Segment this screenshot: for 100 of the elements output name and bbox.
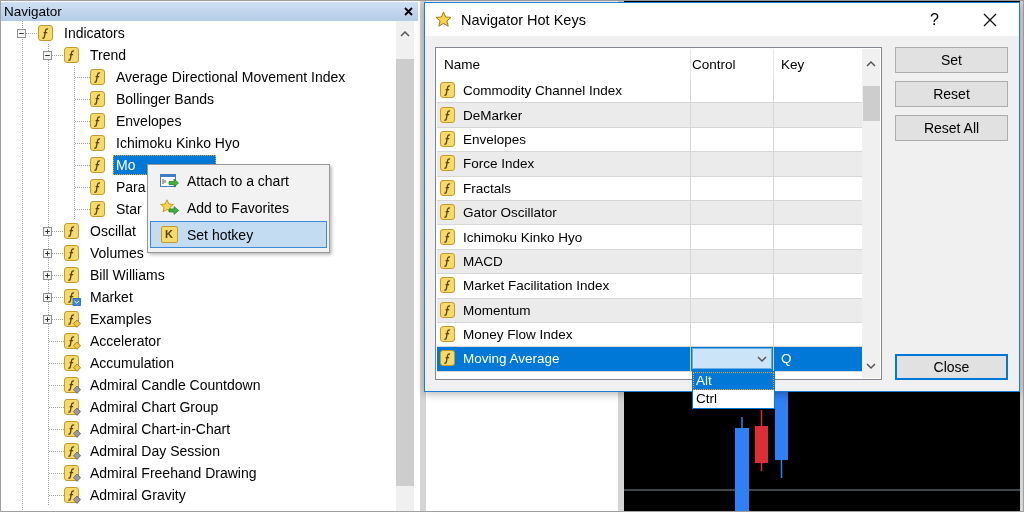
panel-title: Navigator bbox=[4, 4, 62, 19]
function-icon bbox=[64, 442, 81, 460]
function-icon bbox=[64, 310, 81, 328]
collapse-icon[interactable] bbox=[43, 50, 52, 60]
table-row[interactable]: Force Index bbox=[437, 152, 862, 177]
table-row[interactable]: Market Facilitation Index bbox=[437, 274, 862, 299]
dialog-button[interactable]: Reset bbox=[895, 81, 1008, 107]
function-icon bbox=[440, 350, 457, 368]
scroll-up-icon[interactable] bbox=[866, 60, 876, 68]
column-header[interactable]: Name bbox=[437, 49, 690, 79]
tree-item[interactable]: Star bbox=[113, 199, 145, 219]
scroll-down-icon[interactable] bbox=[866, 362, 876, 370]
function-icon bbox=[64, 464, 81, 482]
function-icon bbox=[38, 24, 55, 42]
function-icon bbox=[64, 376, 81, 394]
dialog-button[interactable]: Close bbox=[895, 354, 1008, 380]
column-header[interactable]: Control bbox=[690, 49, 773, 79]
function-icon bbox=[440, 106, 457, 124]
tree-item[interactable]: Accumulation bbox=[87, 353, 178, 373]
close-icon[interactable] bbox=[404, 7, 413, 16]
tree-item[interactable]: Average Directional Movement Index bbox=[113, 67, 349, 87]
collapse-icon[interactable] bbox=[17, 28, 26, 38]
dropdown-option[interactable]: Alt bbox=[693, 371, 774, 390]
table-cell: Force Index bbox=[463, 156, 535, 172]
tree-item[interactable]: Bill Williams bbox=[87, 265, 168, 285]
function-icon bbox=[90, 68, 107, 86]
tree-item[interactable]: Examples bbox=[87, 309, 155, 329]
menu-item[interactable]: Attach to a chart bbox=[150, 167, 327, 194]
function-icon bbox=[440, 204, 457, 222]
function-icon bbox=[90, 200, 107, 218]
scroll-up-icon[interactable] bbox=[400, 30, 410, 38]
table-cell: Momentum bbox=[463, 302, 531, 318]
tree-item[interactable]: Trend bbox=[87, 45, 130, 65]
function-icon bbox=[64, 266, 81, 284]
table-cell: Q bbox=[781, 351, 792, 367]
tree-item[interactable]: Envelopes bbox=[113, 111, 185, 131]
function-icon bbox=[64, 332, 81, 350]
table-cell: Market Facilitation Index bbox=[463, 278, 610, 294]
function-icon bbox=[440, 155, 457, 173]
table-row[interactable]: Gator Oscillator bbox=[437, 200, 862, 226]
table-cell: Gator Oscillator bbox=[463, 205, 557, 221]
function-icon bbox=[440, 326, 457, 344]
expand-icon[interactable] bbox=[43, 314, 52, 324]
tree-item[interactable]: Admiral Chart-in-Chart bbox=[87, 419, 234, 439]
tree-item[interactable]: Market bbox=[87, 287, 136, 307]
table-row[interactable]: Fractals bbox=[437, 176, 862, 201]
expand-icon[interactable] bbox=[43, 292, 52, 302]
menu-item[interactable]: Add to Favorites bbox=[150, 194, 327, 221]
function-icon bbox=[90, 112, 107, 130]
function-icon bbox=[90, 90, 107, 108]
expand-icon[interactable] bbox=[43, 248, 52, 258]
function-icon bbox=[64, 288, 81, 306]
dropdown-option[interactable]: Ctrl bbox=[693, 389, 774, 408]
star-icon bbox=[435, 11, 452, 28]
tree-item[interactable]: Admiral Candle Countdown bbox=[87, 375, 264, 395]
table-row[interactable]: Momentum bbox=[437, 298, 862, 323]
tree-item[interactable]: Admiral Freehand Drawing bbox=[87, 463, 260, 483]
tree-item[interactable]: Accelerator bbox=[87, 331, 164, 351]
candle bbox=[755, 409, 768, 472]
tree-item[interactable]: Bollinger Bands bbox=[113, 89, 218, 109]
scrollbar-thumb[interactable] bbox=[862, 86, 880, 121]
tree-item[interactable]: Indicators bbox=[61, 23, 128, 43]
close-icon[interactable] bbox=[983, 12, 997, 27]
function-icon bbox=[64, 398, 81, 416]
expand-icon[interactable] bbox=[43, 226, 52, 236]
tree-item[interactable]: Ichimoku Kinko Hyo bbox=[113, 133, 243, 153]
dialog-button[interactable]: Set bbox=[895, 47, 1008, 73]
table-row[interactable]: MACD bbox=[437, 249, 862, 275]
function-icon bbox=[64, 46, 81, 64]
table-cell: Envelopes bbox=[463, 131, 527, 147]
function-icon bbox=[64, 244, 81, 262]
table-cell: DeMarker bbox=[463, 107, 523, 123]
table-row[interactable]: DeMarker bbox=[437, 103, 862, 128]
menu-item[interactable]: K Set hotkey bbox=[150, 221, 327, 248]
caret-icon[interactable] bbox=[757, 355, 767, 363]
function-icon bbox=[90, 134, 107, 152]
function-icon bbox=[440, 277, 457, 295]
tree-item[interactable]: Admiral Gravity bbox=[87, 485, 189, 505]
expand-icon[interactable] bbox=[43, 270, 52, 280]
function-icon bbox=[64, 354, 81, 372]
function-icon bbox=[440, 252, 457, 270]
table-cell: Fractals bbox=[463, 180, 511, 196]
control-dropdown[interactable] bbox=[692, 348, 772, 370]
dialog-button[interactable]: Reset All bbox=[895, 115, 1008, 141]
hotkey-icon: K bbox=[160, 226, 178, 243]
tree-item[interactable]: Admiral Chart Group bbox=[87, 397, 222, 417]
table-cell: Moving Average bbox=[463, 351, 560, 367]
tree-item[interactable]: Admiral Day Session bbox=[87, 441, 223, 461]
table-row[interactable]: Ichimoku Kinko Hyo bbox=[437, 225, 862, 250]
function-icon bbox=[440, 179, 457, 197]
function-icon bbox=[440, 228, 457, 246]
table-cell: Money Flow Index bbox=[463, 327, 573, 343]
function-icon bbox=[440, 301, 457, 319]
function-icon bbox=[64, 486, 81, 504]
help-button[interactable]: ? bbox=[928, 10, 941, 29]
function-icon bbox=[440, 130, 457, 148]
tree-item[interactable]: Para bbox=[113, 177, 149, 197]
dialog-title: Navigator Hot Keys bbox=[461, 11, 587, 28]
tree-item[interactable]: Oscillat bbox=[87, 221, 139, 241]
tree-item[interactable]: Volumes bbox=[87, 243, 147, 263]
